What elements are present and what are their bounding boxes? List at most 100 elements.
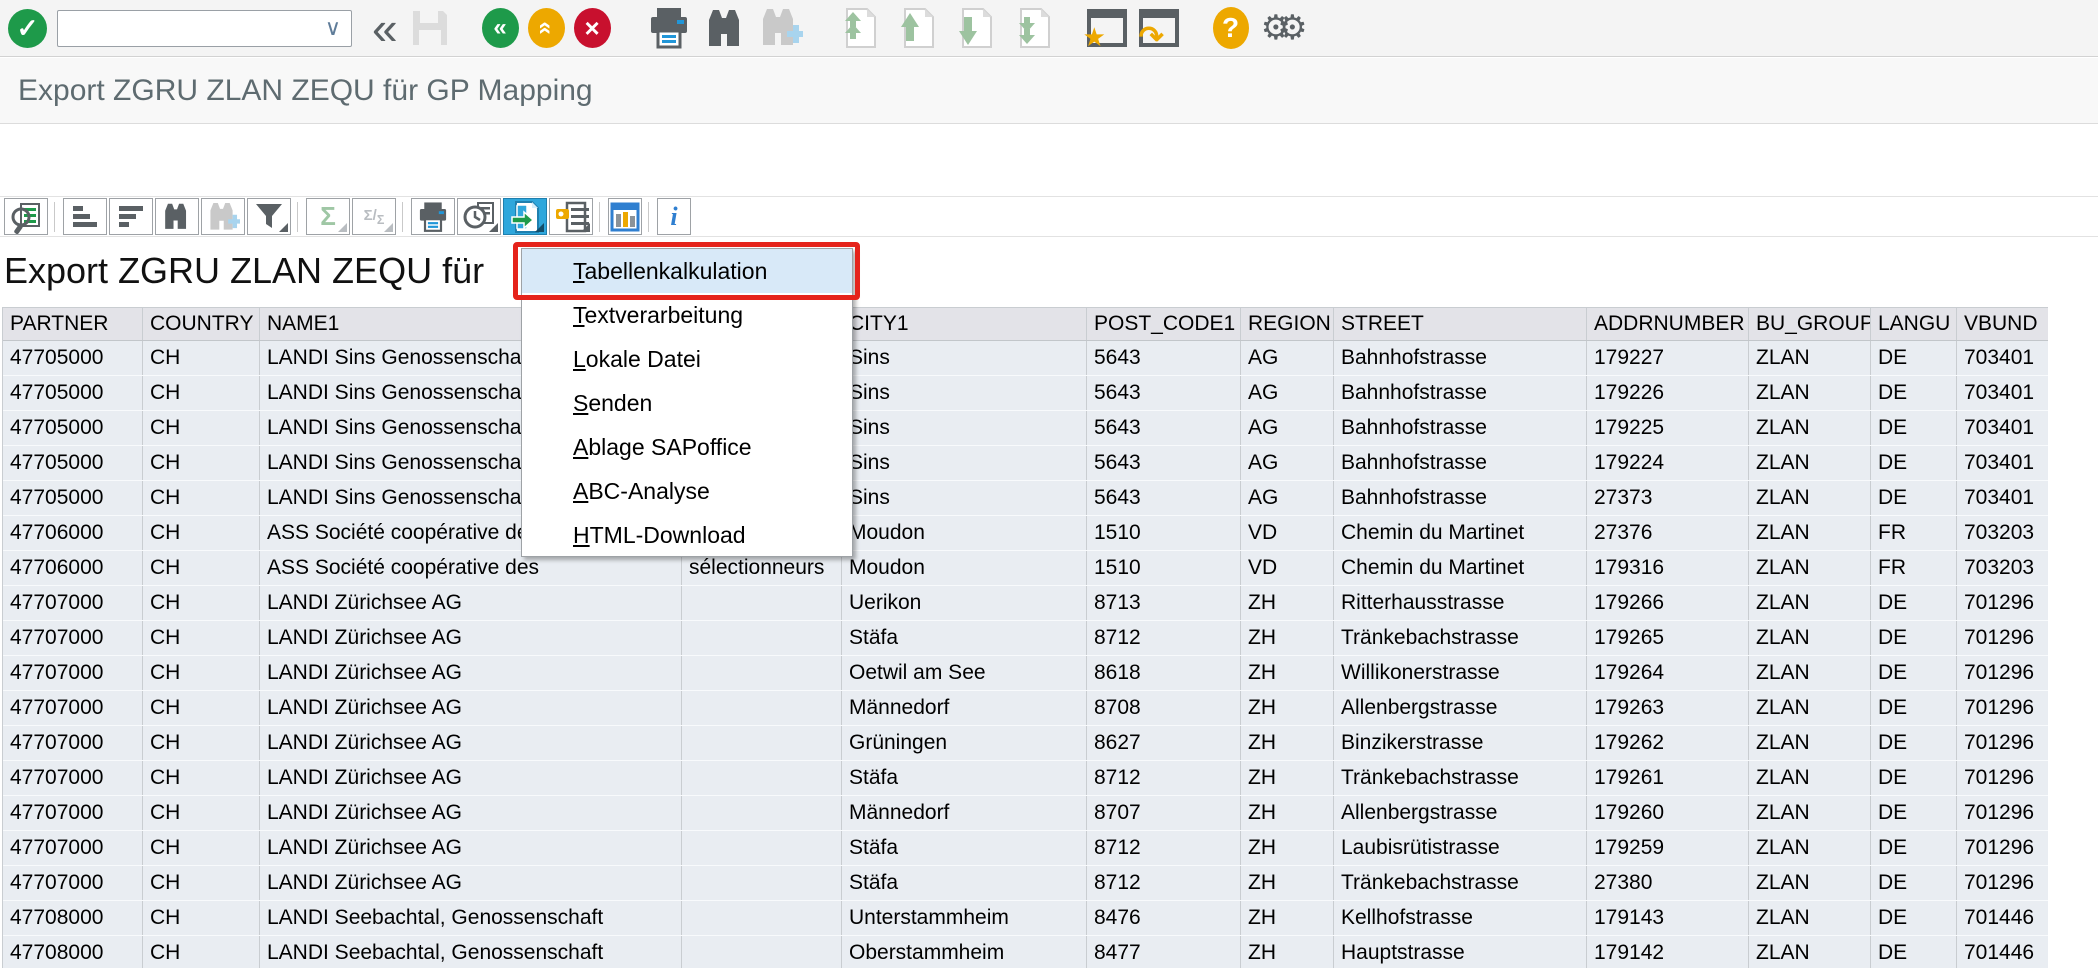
table-cell[interactable]: CH bbox=[143, 831, 260, 865]
table-cell[interactable]: Männedorf bbox=[842, 796, 1087, 830]
table-cell[interactable]: 701296 bbox=[1957, 726, 2048, 760]
sort-ascending-icon[interactable] bbox=[63, 198, 107, 235]
table-cell[interactable]: DE bbox=[1871, 796, 1957, 830]
previous-page-icon[interactable] bbox=[891, 5, 937, 51]
table-row[interactable]: 47707000CHLANDI Zürichsee AGOetwil am Se… bbox=[3, 656, 2048, 691]
table-cell[interactable]: 8712 bbox=[1087, 621, 1241, 655]
table-cell[interactable]: ZLAN bbox=[1749, 866, 1871, 900]
table-cell[interactable]: LANDI Seebachtal, Genossenschaft bbox=[260, 936, 682, 968]
table-cell[interactable]: ZH bbox=[1241, 691, 1334, 725]
first-page-icon[interactable] bbox=[833, 5, 879, 51]
header-cell-city1[interactable]: CITY1 bbox=[842, 308, 1087, 340]
table-row[interactable]: 47705000CHLANDI Sins GenossenschaftSins5… bbox=[3, 411, 2048, 446]
table-cell[interactable]: Bahnhofstrasse bbox=[1334, 446, 1587, 480]
table-cell[interactable] bbox=[682, 586, 842, 620]
table-cell[interactable]: CH bbox=[143, 726, 260, 760]
table-cell[interactable]: 8477 bbox=[1087, 936, 1241, 968]
table-cell[interactable]: Kellhofstrasse bbox=[1334, 901, 1587, 935]
table-cell[interactable]: 179142 bbox=[1587, 936, 1749, 968]
table-cell[interactable]: 701296 bbox=[1957, 866, 2048, 900]
table-cell[interactable]: 179266 bbox=[1587, 586, 1749, 620]
table-cell[interactable]: Moudon bbox=[842, 551, 1087, 585]
table-cell[interactable]: Chemin du Martinet bbox=[1334, 551, 1587, 585]
table-row[interactable]: 47707000CHLANDI Zürichsee AGStäfa8712ZHL… bbox=[3, 831, 2048, 866]
table-cell[interactable]: Ritterhausstrasse bbox=[1334, 586, 1587, 620]
table-cell[interactable]: 1510 bbox=[1087, 551, 1241, 585]
table-cell[interactable]: Tränkebachstrasse bbox=[1334, 761, 1587, 795]
export-icon[interactable] bbox=[503, 198, 547, 235]
table-cell[interactable]: 179226 bbox=[1587, 376, 1749, 410]
print-icon[interactable] bbox=[647, 6, 691, 50]
table-cell[interactable]: Sins bbox=[842, 376, 1087, 410]
table-cell[interactable] bbox=[682, 621, 842, 655]
table-cell[interactable]: DE bbox=[1871, 901, 1957, 935]
table-cell[interactable]: 179264 bbox=[1587, 656, 1749, 690]
table-cell[interactable] bbox=[682, 761, 842, 795]
table-row[interactable]: 47706000CHASS Société coopérative dessél… bbox=[3, 551, 2048, 586]
table-cell[interactable]: 27376 bbox=[1587, 516, 1749, 550]
table-row[interactable]: 47707000CHLANDI Zürichsee AGMännedorf870… bbox=[3, 796, 2048, 831]
table-cell[interactable]: 701296 bbox=[1957, 831, 2048, 865]
choose-layout-icon[interactable] bbox=[549, 198, 593, 235]
table-cell[interactable]: Bahnhofstrasse bbox=[1334, 411, 1587, 445]
table-cell[interactable]: ZLAN bbox=[1749, 901, 1871, 935]
table-cell[interactable]: CH bbox=[143, 656, 260, 690]
table-cell[interactable]: 179259 bbox=[1587, 831, 1749, 865]
table-cell[interactable]: DE bbox=[1871, 831, 1957, 865]
table-cell[interactable]: Grüningen bbox=[842, 726, 1087, 760]
table-cell[interactable]: 701296 bbox=[1957, 796, 2048, 830]
table-cell[interactable]: 703401 bbox=[1957, 376, 2048, 410]
table-cell[interactable]: LANDI Zürichsee AG bbox=[260, 831, 682, 865]
menu-item[interactable]: Tabellenkalkulation bbox=[522, 249, 852, 293]
table-cell[interactable]: Moudon bbox=[842, 516, 1087, 550]
table-row[interactable]: 47705000CHLANDI Sins GenossenschaftSins5… bbox=[3, 481, 2048, 516]
table-cell[interactable]: 8713 bbox=[1087, 586, 1241, 620]
table-cell[interactable]: 47707000 bbox=[3, 691, 143, 725]
table-cell[interactable]: ZLAN bbox=[1749, 446, 1871, 480]
table-cell[interactable]: 47707000 bbox=[3, 726, 143, 760]
help-icon[interactable]: ? bbox=[1213, 7, 1249, 49]
header-cell-post_code1[interactable]: POST_CODE1 bbox=[1087, 308, 1241, 340]
table-cell[interactable]: 179265 bbox=[1587, 621, 1749, 655]
table-cell[interactable]: AG bbox=[1241, 411, 1334, 445]
table-cell[interactable]: ZLAN bbox=[1749, 586, 1871, 620]
table-cell[interactable]: CH bbox=[143, 551, 260, 585]
table-cell[interactable]: CH bbox=[143, 761, 260, 795]
table-cell[interactable]: 47705000 bbox=[3, 411, 143, 445]
table-cell[interactable]: ZLAN bbox=[1749, 551, 1871, 585]
table-cell[interactable]: ZLAN bbox=[1749, 796, 1871, 830]
table-cell[interactable]: Uerikon bbox=[842, 586, 1087, 620]
table-cell[interactable]: 179224 bbox=[1587, 446, 1749, 480]
table-cell[interactable]: 47707000 bbox=[3, 621, 143, 655]
table-cell[interactable]: 703401 bbox=[1957, 411, 2048, 445]
table-cell[interactable]: LANDI Seebachtal, Genossenschaft bbox=[260, 901, 682, 935]
table-cell[interactable]: 179143 bbox=[1587, 901, 1749, 935]
table-cell[interactable]: AG bbox=[1241, 481, 1334, 515]
table-cell[interactable]: ZLAN bbox=[1749, 831, 1871, 865]
table-cell[interactable]: 179225 bbox=[1587, 411, 1749, 445]
table-cell[interactable]: CH bbox=[143, 586, 260, 620]
table-cell[interactable]: 47706000 bbox=[3, 516, 143, 550]
table-cell[interactable]: 701296 bbox=[1957, 586, 2048, 620]
table-row[interactable]: 47707000CHLANDI Zürichsee AGStäfa8712ZHT… bbox=[3, 761, 2048, 796]
table-cell[interactable]: Allenbergstrasse bbox=[1334, 796, 1587, 830]
enter-check-icon[interactable]: ✓ bbox=[8, 9, 47, 48]
table-cell[interactable]: Oetwil am See bbox=[842, 656, 1087, 690]
last-page-icon[interactable] bbox=[1007, 5, 1053, 51]
table-row[interactable]: 47705000CHLANDI Sins GenossenschaftSins5… bbox=[3, 446, 2048, 481]
table-cell[interactable]: DE bbox=[1871, 481, 1957, 515]
table-cell[interactable]: DE bbox=[1871, 866, 1957, 900]
table-cell[interactable]: Chemin du Martinet bbox=[1334, 516, 1587, 550]
graphic-icon[interactable] bbox=[608, 198, 642, 235]
table-cell[interactable]: ZH bbox=[1241, 761, 1334, 795]
table-cell[interactable]: LANDI Zürichsee AG bbox=[260, 761, 682, 795]
print-icon[interactable] bbox=[411, 198, 455, 235]
table-cell[interactable]: Tränkebachstrasse bbox=[1334, 621, 1587, 655]
table-cell[interactable]: DE bbox=[1871, 376, 1957, 410]
table-cell[interactable]: CH bbox=[143, 936, 260, 968]
table-cell[interactable]: Sins bbox=[842, 481, 1087, 515]
table-cell[interactable]: ZH bbox=[1241, 831, 1334, 865]
table-cell[interactable]: 701296 bbox=[1957, 621, 2048, 655]
table-cell[interactable]: 47707000 bbox=[3, 761, 143, 795]
table-cell[interactable]: CH bbox=[143, 341, 260, 375]
